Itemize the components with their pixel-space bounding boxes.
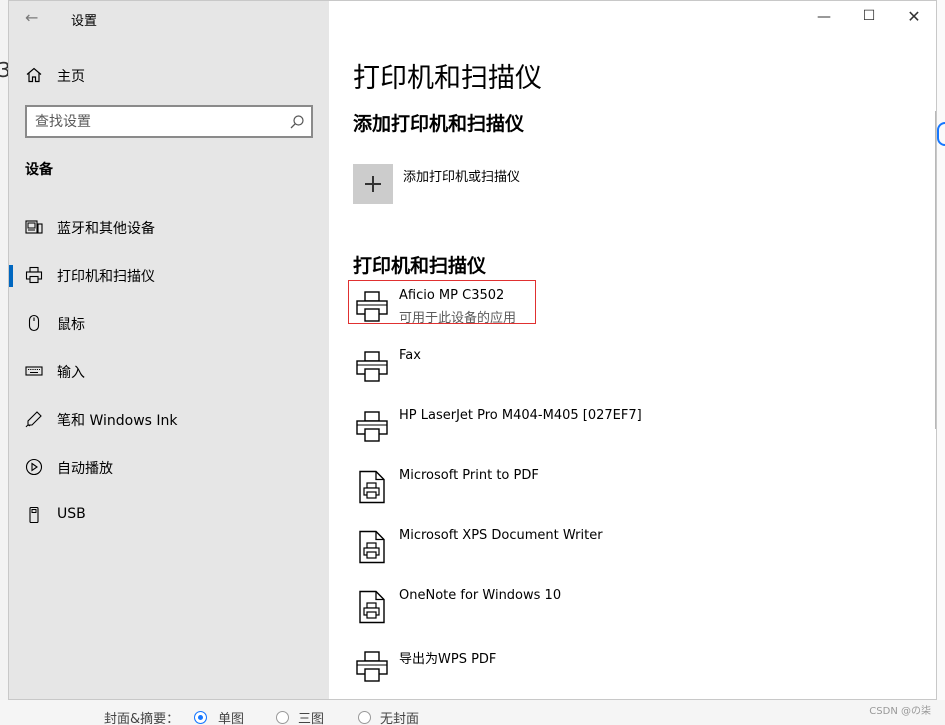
printer-item[interactable]: 导出为WPS PDF	[349, 648, 909, 699]
background-radio-three	[276, 711, 289, 724]
search-input[interactable]	[35, 111, 275, 133]
printer-item[interactable]: Microsoft Print to PDF	[349, 468, 909, 524]
printer-icon	[356, 651, 388, 682]
sidebar-item-bluetooth[interactable]: 蓝牙和其他设备	[9, 207, 329, 247]
document-printer-icon	[359, 530, 385, 564]
keyboard-icon	[25, 366, 43, 376]
background-radio-single	[194, 711, 207, 724]
printer-name: Microsoft XPS Document Writer	[399, 528, 603, 543]
sidebar-item-label: 打印机和扫描仪	[57, 269, 155, 285]
background-app-right-edge	[937, 0, 945, 700]
background-radio-label-three: 三图	[298, 712, 325, 725]
pen-icon	[25, 411, 42, 428]
printer-icon	[356, 291, 388, 322]
sidebar-item-usb[interactable]: USB	[9, 495, 329, 535]
search-icon[interactable]	[289, 114, 305, 130]
main-content: — ☐ ✕ 打印机和扫描仪 添加打印机和扫描仪 添加打印机或扫描仪 打印机和扫描…	[329, 1, 936, 699]
sidebar-item-typing[interactable]: 输入	[9, 351, 329, 391]
sidebar-item-label: 蓝牙和其他设备	[57, 221, 155, 237]
watermark: CSDN @の柒	[869, 706, 931, 717]
selected-indicator	[9, 265, 13, 287]
add-section-title: 添加打印机和扫描仪	[353, 113, 525, 135]
printer-name: Aficio MP C3502	[399, 288, 505, 303]
printer-name: Fax	[399, 348, 421, 363]
sidebar-item-pen[interactable]: 笔和 Windows Ink	[9, 399, 329, 439]
keyboard-device-icon	[25, 220, 43, 234]
sidebar-item-label: USB	[57, 506, 86, 522]
usb-icon	[29, 506, 39, 524]
printer-icon	[356, 411, 388, 442]
document-printer-icon	[359, 470, 385, 504]
sidebar-item-label: 笔和 Windows Ink	[57, 413, 178, 429]
close-icon[interactable]: ✕	[904, 7, 924, 26]
minimize-icon[interactable]: —	[814, 9, 834, 25]
page-title: 打印机和扫描仪	[353, 63, 542, 94]
printer-item[interactable]: Aficio MP C3502 可用于此设备的应用	[348, 280, 909, 344]
scrollbar[interactable]	[935, 111, 936, 429]
settings-window: ← 设置 主页 设备 蓝牙和其他设备	[8, 0, 937, 700]
maximize-icon[interactable]: ☐	[859, 8, 879, 24]
printer-name: 导出为WPS PDF	[399, 652, 497, 667]
printer-item[interactable]: HP LaserJet Pro M404-M405 [027EF7]	[349, 408, 909, 464]
background-radio-none	[358, 711, 371, 724]
mouse-icon	[28, 314, 40, 332]
printers-section-title: 打印机和扫描仪	[353, 255, 487, 277]
printer-icon	[356, 351, 388, 382]
printer-name: OneNote for Windows 10	[399, 588, 562, 603]
background-cover-label: 封面&摘要：	[104, 712, 180, 725]
sidebar: ← 设置 主页 设备 蓝牙和其他设备	[9, 1, 329, 699]
sidebar-item-mouse[interactable]: 鼠标	[9, 303, 329, 343]
autoplay-icon	[25, 458, 43, 476]
sidebar-item-printers[interactable]: 打印机和扫描仪	[9, 255, 329, 295]
printer-item[interactable]: OneNote for Windows 10	[349, 588, 909, 644]
app-title: 设置	[71, 14, 98, 29]
titlebar: ← 设置	[9, 1, 329, 35]
printer-item[interactable]: Microsoft XPS Document Writer	[349, 528, 909, 584]
search-box[interactable]	[25, 105, 313, 138]
background-circle-icon	[937, 122, 945, 146]
sidebar-item-home[interactable]: 主页	[9, 59, 329, 91]
printer-name: Microsoft Print to PDF	[399, 468, 539, 483]
background-radio-label-none: 无封面	[380, 712, 420, 725]
document-printer-icon	[359, 590, 385, 624]
sidebar-item-autoplay[interactable]: 自动播放	[9, 447, 329, 487]
sidebar-item-label: 鼠标	[57, 317, 85, 333]
background-app-bottom-strip: 封面&摘要： 单图 三图 无封面	[0, 700, 945, 725]
add-printer-label[interactable]: 添加打印机或扫描仪	[403, 166, 520, 185]
printer-icon	[25, 266, 43, 284]
printer-status: 可用于此设备的应用	[399, 311, 517, 326]
sidebar-item-label: 自动播放	[57, 461, 113, 477]
printer-name: HP LaserJet Pro M404-M405 [027EF7]	[399, 408, 642, 423]
add-printer-button[interactable]	[353, 164, 393, 204]
background-radio-label-single: 单图	[218, 712, 245, 725]
printer-item[interactable]: Fax	[349, 348, 909, 404]
sidebar-home-label: 主页	[57, 69, 85, 85]
sidebar-item-label: 输入	[57, 365, 85, 381]
sidebar-section-heading: 设备	[25, 162, 53, 178]
home-icon	[26, 67, 42, 83]
background-app-left-edge: 3	[0, 0, 11, 725]
back-arrow-icon[interactable]: ←	[25, 8, 38, 27]
